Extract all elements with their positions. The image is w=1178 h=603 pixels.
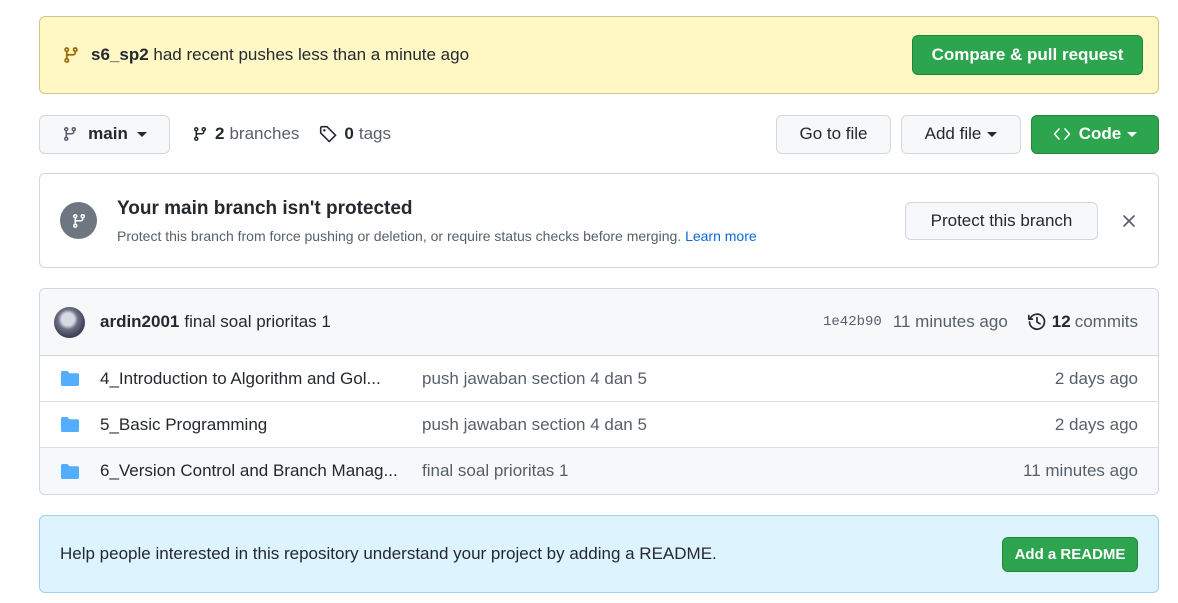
branch-protection-notice: Your main branch isn't protected Protect… bbox=[39, 173, 1159, 268]
readme-prompt-text: Help people interested in this repositor… bbox=[60, 544, 717, 563]
chevron-down-icon bbox=[987, 131, 998, 137]
protection-description-text: Protect this branch from force pushing o… bbox=[117, 227, 682, 244]
file-commit-message[interactable]: push jawaban section 4 dan 5 bbox=[422, 415, 1055, 435]
push-message: s6_sp2 had recent pushes less than a min… bbox=[91, 45, 912, 65]
latest-commit-row: ardin2001 final soal prioritas 1 1e42b90… bbox=[40, 289, 1158, 356]
git-branch-icon bbox=[194, 126, 206, 142]
close-icon[interactable] bbox=[1120, 212, 1138, 230]
tags-count: 0 bbox=[344, 124, 354, 143]
code-label: Code bbox=[1078, 124, 1122, 143]
git-branch-icon bbox=[64, 47, 78, 63]
file-age: 2 days ago bbox=[1054, 368, 1138, 388]
branches-label: branches bbox=[229, 124, 300, 143]
avatar[interactable] bbox=[54, 306, 85, 338]
branches-link[interactable]: 2 branches bbox=[192, 124, 299, 144]
git-branch-icon bbox=[64, 126, 77, 142]
tag-icon bbox=[320, 125, 338, 143]
add-file-button[interactable]: Add file bbox=[901, 114, 1021, 154]
table-row[interactable]: 6_Version Control and Branch Manag... fi… bbox=[40, 448, 1158, 494]
commit-author[interactable]: ardin2001 bbox=[100, 312, 179, 332]
commits-count: 12 bbox=[1051, 312, 1071, 331]
tags-link[interactable]: 0 tags bbox=[319, 124, 391, 144]
pushed-branch-name[interactable]: s6_sp2 bbox=[91, 45, 149, 64]
branches-count: 2 bbox=[215, 124, 225, 143]
commits-label: commits bbox=[1074, 312, 1138, 331]
commit-sha[interactable]: 1e42b90 bbox=[823, 314, 882, 330]
protection-title: Your main branch isn't protected bbox=[117, 197, 413, 219]
file-age: 2 days ago bbox=[1054, 414, 1138, 434]
code-button[interactable]: Code bbox=[1031, 114, 1159, 154]
file-name[interactable]: 5_Basic Programming bbox=[100, 415, 422, 435]
learn-more-link[interactable]: Learn more bbox=[685, 228, 757, 244]
branch-selector[interactable]: main bbox=[39, 114, 170, 154]
commits-history-link[interactable]: 12 commits bbox=[1027, 312, 1138, 332]
file-name[interactable]: 6_Version Control and Branch Manag... bbox=[100, 461, 422, 481]
folder-icon bbox=[61, 371, 79, 387]
repo-nav-row: main 2 branches 0 tags Go to file Add fi… bbox=[39, 114, 1159, 154]
code-icon bbox=[1053, 128, 1071, 140]
add-readme-button[interactable]: Add a README bbox=[1002, 536, 1138, 572]
push-message-text: had recent pushes less than a minute ago bbox=[148, 45, 470, 64]
add-file-label: Add file bbox=[924, 124, 982, 143]
protection-description: Protect this branch from force pushing o… bbox=[117, 228, 905, 244]
commit-message[interactable]: final soal prioritas 1 bbox=[184, 312, 823, 332]
file-age: 11 minutes ago bbox=[1023, 461, 1138, 480]
chevron-down-icon bbox=[1127, 131, 1138, 137]
readme-prompt: Help people interested in this repositor… bbox=[39, 515, 1159, 593]
protect-this-branch-button[interactable]: Protect this branch bbox=[905, 201, 1098, 240]
commit-time: 11 minutes ago bbox=[892, 312, 1008, 331]
file-commit-message[interactable]: push jawaban section 4 dan 5 bbox=[422, 369, 1055, 389]
table-row[interactable]: 5_Basic Programming push jawaban section… bbox=[40, 402, 1158, 448]
folder-icon bbox=[61, 417, 79, 433]
history-icon bbox=[1027, 313, 1046, 331]
go-to-file-button[interactable]: Go to file bbox=[776, 114, 891, 154]
table-row[interactable]: 4_Introduction to Algorithm and Gol... p… bbox=[40, 356, 1158, 402]
branch-selector-label: main bbox=[88, 124, 128, 143]
protection-branch-icon bbox=[60, 202, 97, 239]
file-name[interactable]: 4_Introduction to Algorithm and Gol... bbox=[100, 369, 422, 389]
chevron-down-icon bbox=[136, 131, 147, 137]
folder-icon bbox=[61, 463, 79, 479]
file-listing: ardin2001 final soal prioritas 1 1e42b90… bbox=[39, 288, 1159, 495]
recent-push-banner: s6_sp2 had recent pushes less than a min… bbox=[39, 16, 1159, 94]
git-branch-icon bbox=[72, 213, 85, 228]
compare-pull-request-button[interactable]: Compare & pull request bbox=[912, 35, 1143, 75]
protection-text: Your main branch isn't protected Protect… bbox=[117, 198, 905, 244]
tags-label: tags bbox=[358, 124, 392, 143]
file-commit-message[interactable]: final soal prioritas 1 bbox=[422, 461, 1023, 481]
